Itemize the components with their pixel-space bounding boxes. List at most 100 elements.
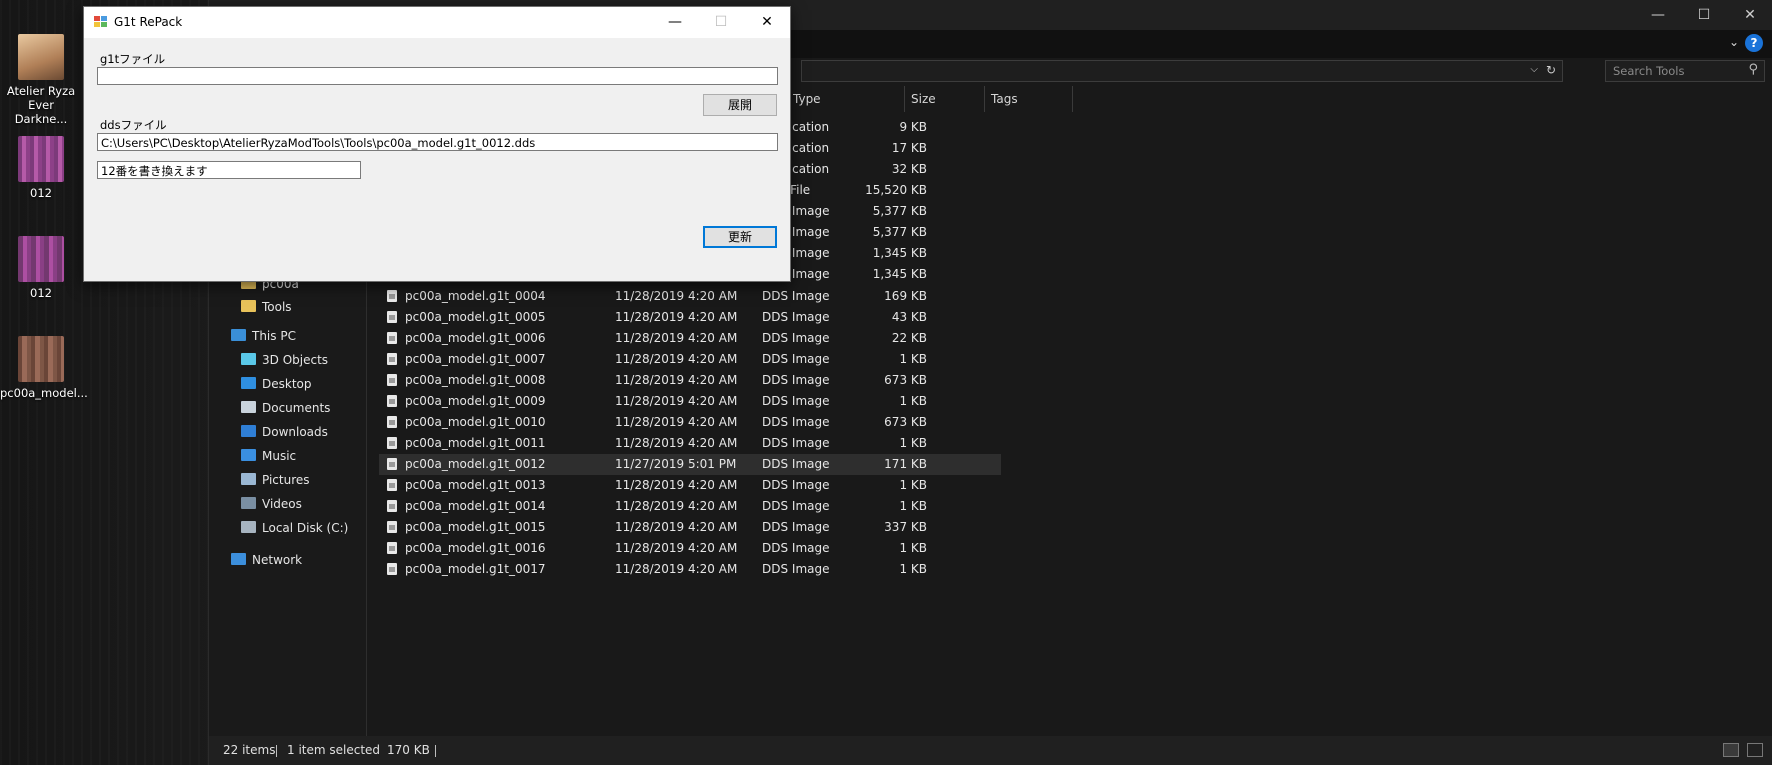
file-date: 11/28/2019 4:20 AM bbox=[615, 289, 738, 303]
status-selection: 1 item selected bbox=[287, 743, 381, 757]
table-row[interactable]: pc00a_model.g1t_0014 11/28/2019 4:20 AM DD… bbox=[379, 496, 1001, 517]
file-name: pc00a_model.g1t_0014 bbox=[405, 499, 546, 513]
desktop-icon-012-a[interactable]: 012 bbox=[0, 136, 82, 200]
file-icon bbox=[387, 521, 397, 533]
dds-file-label: ddsファイル bbox=[100, 118, 167, 132]
desktop-icon-atelier-ryza[interactable]: Atelier Ryza Ever Darkne... bbox=[0, 34, 82, 126]
large-icons-view-button[interactable] bbox=[1747, 743, 1763, 757]
chevron-down-icon[interactable]: ⌄ bbox=[1729, 35, 1739, 49]
file-icon bbox=[387, 542, 397, 554]
file-size: 15,520 KB bbox=[865, 183, 927, 197]
file-icon bbox=[387, 416, 397, 428]
disk-icon bbox=[241, 521, 256, 533]
nav-item-label: Documents bbox=[262, 401, 331, 415]
file-size: 43 KB bbox=[891, 310, 927, 324]
nav-item-desktop[interactable]: Desktop bbox=[241, 374, 312, 394]
file-type: DDS Image bbox=[762, 457, 830, 471]
column-header-type[interactable]: Type bbox=[787, 86, 905, 112]
table-row[interactable]: pc00a_model.g1t_0005 11/28/2019 4:20 AM DD… bbox=[379, 307, 1001, 328]
nav-item-label: 3D Objects bbox=[262, 353, 329, 367]
nav-item-3d-objects[interactable]: 3D Objects bbox=[241, 350, 328, 370]
column-header-tags[interactable]: Tags bbox=[985, 86, 1073, 112]
refresh-icon[interactable]: ↻ bbox=[1546, 63, 1556, 77]
nav-item-music[interactable]: Music bbox=[241, 446, 296, 466]
help-icon[interactable]: ? bbox=[1745, 34, 1763, 52]
file-icon bbox=[387, 395, 397, 407]
chevron-down-icon[interactable]: ⌵ bbox=[1530, 64, 1538, 75]
desktop-icon bbox=[241, 377, 256, 389]
file-date: 11/28/2019 4:20 AM bbox=[615, 562, 738, 576]
nav-item-label: Tools bbox=[262, 300, 292, 314]
file-size: 1 KB bbox=[899, 562, 927, 576]
table-row[interactable]: pc00a_model.g1t_0015 11/28/2019 4:20 AM DD… bbox=[379, 517, 1001, 538]
file-type: DDS Image bbox=[762, 352, 830, 366]
music-icon bbox=[241, 449, 256, 461]
file-size: 5,377 KB bbox=[872, 204, 927, 218]
file-type: DDS Image bbox=[762, 499, 830, 513]
file-name: pc00a_model.g1t_0005 bbox=[405, 310, 546, 324]
file-size: 171 KB bbox=[884, 457, 927, 471]
file-type: DDS Image bbox=[762, 541, 830, 555]
file-icon bbox=[387, 479, 397, 491]
minimize-button[interactable]: — bbox=[1635, 0, 1681, 30]
nav-item-tools[interactable]: Tools bbox=[241, 297, 292, 317]
file-type: DDS Image bbox=[762, 562, 830, 576]
file-size: 17 KB bbox=[891, 141, 927, 155]
table-row[interactable]: pc00a_model.g1t_0007 11/28/2019 4:20 AM DD… bbox=[379, 349, 1001, 370]
expand-button[interactable]: 展開 bbox=[703, 94, 777, 116]
status-item-count: 22 items bbox=[223, 743, 276, 757]
nav-item-network[interactable]: Network bbox=[231, 550, 302, 570]
search-input[interactable]: Search Tools ⚲ bbox=[1605, 60, 1765, 82]
table-row[interactable]: pc00a_model.g1t_0016 11/28/2019 4:20 AM DD… bbox=[379, 538, 1001, 559]
nav-item-documents[interactable]: Documents bbox=[241, 398, 330, 418]
file-type: DDS Image bbox=[762, 289, 830, 303]
nav-item-this-pc[interactable]: This PC bbox=[231, 326, 296, 346]
status-selection-size: 170 KB bbox=[387, 743, 430, 757]
table-row-selected[interactable]: pc00a_model.g1t_0012 11/27/2019 5:01 PM DD… bbox=[379, 454, 1001, 475]
update-button[interactable]: 更新 bbox=[703, 226, 777, 248]
nav-item-label: Network bbox=[252, 553, 303, 567]
status-separator bbox=[435, 745, 436, 757]
file-size: 9 KB bbox=[899, 120, 927, 134]
file-date: 11/28/2019 4:20 AM bbox=[615, 478, 738, 492]
desktop-icon-pc00a-model[interactable]: pc00a_model... bbox=[0, 336, 88, 400]
table-row[interactable]: pc00a_model.g1t_0006 11/28/2019 4:20 AM DD… bbox=[379, 328, 1001, 349]
file-size: 673 KB bbox=[884, 415, 927, 429]
close-button[interactable]: ✕ bbox=[744, 7, 790, 38]
file-type: DDS Image bbox=[762, 331, 830, 345]
nav-item-downloads[interactable]: Downloads bbox=[241, 422, 328, 442]
details-view-button[interactable] bbox=[1723, 743, 1739, 757]
close-button[interactable]: ✕ bbox=[1727, 0, 1772, 30]
table-row[interactable]: pc00a_model.g1t_0013 11/28/2019 4:20 AM DD… bbox=[379, 475, 1001, 496]
network-icon bbox=[231, 553, 246, 565]
g1t-file-input[interactable] bbox=[97, 67, 778, 85]
file-name: pc00a_model.g1t_0013 bbox=[405, 478, 546, 492]
file-name: pc00a_model.g1t_0016 bbox=[405, 541, 546, 555]
table-row[interactable]: pc00a_model.g1t_0010 11/28/2019 4:20 AM DD… bbox=[379, 412, 1001, 433]
nav-item-videos[interactable]: Videos bbox=[241, 494, 302, 514]
table-row[interactable]: pc00a_model.g1t_0017 11/28/2019 4:20 AM DD… bbox=[379, 559, 1001, 580]
table-row[interactable]: pc00a_model.g1t_0009 11/28/2019 4:20 AM DD… bbox=[379, 391, 1001, 412]
file-name: pc00a_model.g1t_0009 bbox=[405, 394, 546, 408]
file-name: pc00a_model.g1t_0011 bbox=[405, 436, 546, 450]
table-row[interactable]: pc00a_model.g1t_0008 11/28/2019 4:20 AM DD… bbox=[379, 370, 1001, 391]
dds-file-input[interactable]: C:\Users\PC\Desktop\AtelierRyzaModTools\… bbox=[97, 133, 778, 151]
file-size: 32 KB bbox=[891, 162, 927, 176]
file-date: 11/28/2019 4:20 AM bbox=[615, 310, 738, 324]
file-name: pc00a_model.g1t_0004 bbox=[405, 289, 546, 303]
nav-item-local-disk[interactable]: Local Disk (C:) bbox=[241, 518, 348, 538]
table-row[interactable]: pc00a_model.g1t_0011 11/28/2019 4:20 AM DD… bbox=[379, 433, 1001, 454]
maximize-button[interactable]: ☐ bbox=[1681, 0, 1727, 30]
address-bar[interactable]: ⌵ ↻ bbox=[801, 60, 1563, 82]
table-row[interactable]: pc00a_model.g1t_0004 11/28/2019 4:20 AM DD… bbox=[379, 286, 1001, 307]
image-file-icon bbox=[18, 136, 64, 182]
column-header-size[interactable]: Size bbox=[905, 86, 985, 112]
file-size: 1 KB bbox=[899, 478, 927, 492]
g1t-file-label: g1tファイル bbox=[100, 52, 166, 66]
file-name: pc00a_model.g1t_0017 bbox=[405, 562, 546, 576]
minimize-button[interactable]: — bbox=[652, 7, 698, 38]
nav-item-pictures[interactable]: Pictures bbox=[241, 470, 310, 490]
maximize-button[interactable]: ☐ bbox=[698, 7, 744, 38]
desktop-icon-012-b[interactable]: 012 bbox=[0, 236, 82, 300]
note-input[interactable]: 12番を書き換えます bbox=[97, 161, 361, 179]
